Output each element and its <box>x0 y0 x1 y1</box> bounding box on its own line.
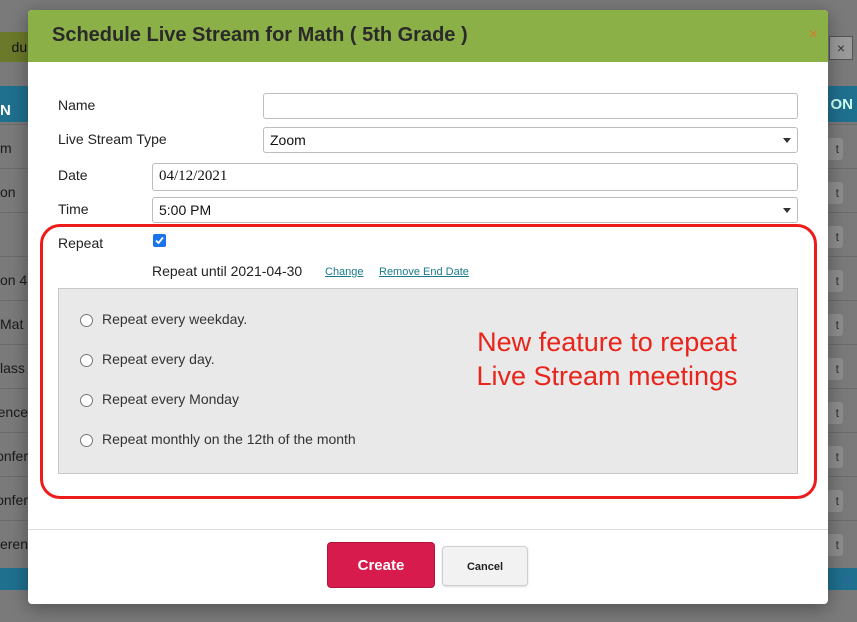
background-close-icon: × <box>829 36 853 60</box>
live-stream-type-label: Live Stream Type <box>58 131 167 147</box>
background-header-right: ON <box>830 96 854 113</box>
time-label: Time <box>58 201 89 217</box>
background-row: on <box>0 184 16 200</box>
background-row: ence <box>0 404 28 420</box>
date-label: Date <box>58 167 88 183</box>
background-row: eren <box>0 536 28 552</box>
time-select[interactable]: 5:00 PM <box>152 197 798 223</box>
background-bottom-link: N <box>842 571 853 587</box>
footer-divider <box>28 529 828 530</box>
close-icon[interactable]: × <box>809 26 818 44</box>
background-row: on 4 <box>0 272 28 288</box>
background-row: onfer <box>0 448 28 464</box>
background-row: m <box>0 140 12 156</box>
date-input[interactable]: 04/12/2021 <box>152 163 798 191</box>
time-value: 5:00 PM <box>159 202 212 218</box>
chevron-down-icon <box>783 208 791 213</box>
background-row: Mat <box>0 316 24 332</box>
modal-header: Schedule Live Stream for Math ( 5th Grad… <box>28 10 828 62</box>
chevron-down-icon <box>783 138 791 143</box>
cancel-button[interactable]: Cancel <box>442 546 528 586</box>
background-header-left: N <box>0 102 11 119</box>
modal-title: Schedule Live Stream for Math ( 5th Grad… <box>52 24 468 46</box>
background-row: onfer <box>0 492 28 508</box>
name-label: Name <box>58 97 96 113</box>
create-button[interactable]: Create <box>327 542 435 588</box>
highlight-outline <box>40 224 817 499</box>
live-stream-type-select[interactable]: Zoom <box>263 127 798 153</box>
name-input[interactable] <box>263 93 798 119</box>
background-row: lass <box>0 360 25 376</box>
schedule-live-stream-modal: Schedule Live Stream for Math ( 5th Grad… <box>28 10 828 604</box>
live-stream-type-value: Zoom <box>270 132 306 148</box>
